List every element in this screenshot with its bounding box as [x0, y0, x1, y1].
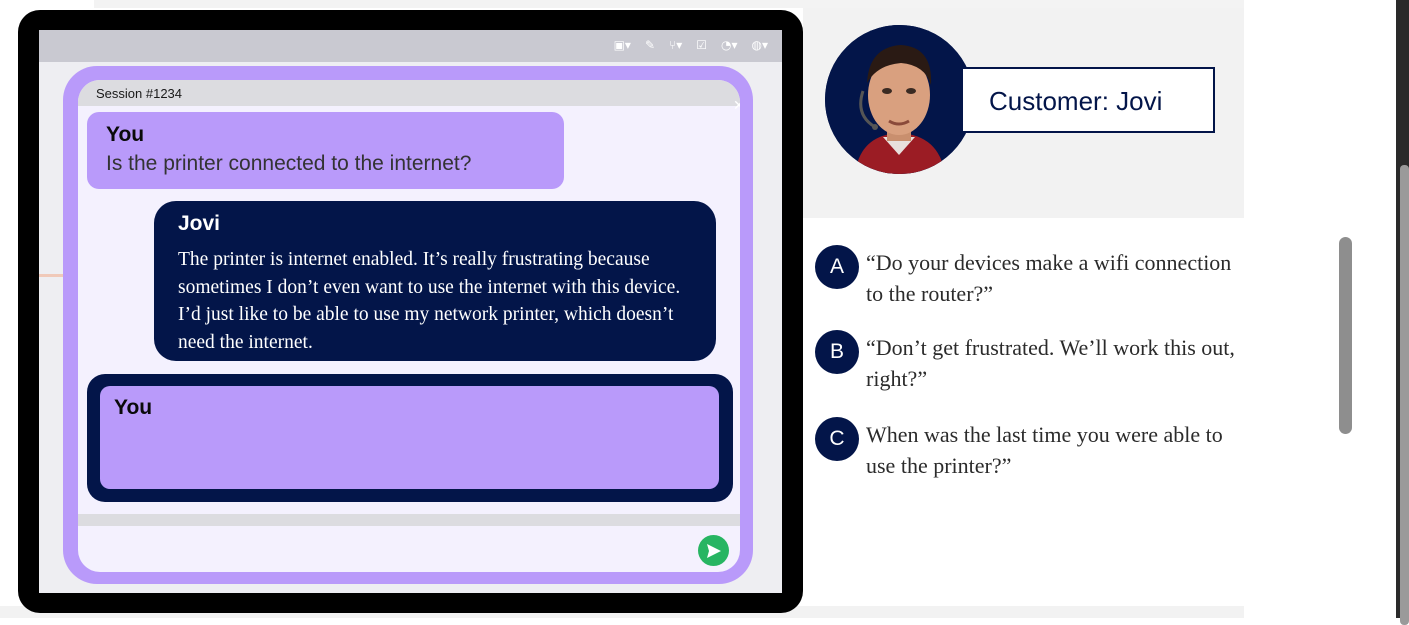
send-arrow-icon: [707, 544, 721, 558]
send-button[interactable]: [698, 535, 729, 566]
merge-icon: ⑂▾: [669, 38, 683, 52]
session-header: Session #1234: [78, 80, 740, 106]
reply-sender: You: [114, 396, 153, 419]
edge-scrollbar[interactable]: [1400, 165, 1409, 625]
scrollbar-thumb[interactable]: [1339, 237, 1352, 434]
option-text: When was the last time you were able to …: [866, 422, 1223, 478]
response-option-b[interactable]: B “Don’t get frustrated. We’ll work this…: [815, 330, 1235, 400]
customer-label-box: Customer: Jovi: [961, 67, 1215, 133]
session-label: Session #1234: [96, 86, 183, 101]
input-divider: [78, 514, 740, 526]
option-letter: C: [815, 417, 859, 461]
message-text: The printer is internet enabled. It’s re…: [178, 249, 681, 353]
response-option-c[interactable]: C When was the last time you were able t…: [815, 417, 1235, 487]
chat-window: Session #1234 ✕ You Is the printer conne…: [78, 80, 740, 572]
option-letter: A: [815, 245, 859, 289]
checkbox-icon: ☑: [696, 38, 707, 52]
message-sender: Jovi: [178, 212, 221, 235]
globe-icon: ◍▾: [751, 38, 769, 52]
message-bubble-jovi: Jovi The printer is internet enabled. It…: [154, 201, 716, 361]
customer-avatar: [825, 25, 974, 174]
message-sender: You: [106, 123, 145, 146]
reply-composer: You: [87, 374, 733, 502]
background-app-toolbar: ▣▾ ✎ ⑂▾ ☑ ◔▾ ◍▾: [39, 30, 782, 62]
customer-portrait-icon: [825, 25, 974, 174]
help-icon: ◔▾: [721, 38, 738, 52]
option-text: “Don’t get frustrated. We’ll work this o…: [866, 335, 1235, 391]
widget-icon: ▣▾: [613, 38, 631, 52]
option-text: “Do your devices make a wifi connection …: [866, 250, 1232, 306]
edit-icon: ✎: [644, 38, 655, 52]
reply-input[interactable]: You: [100, 386, 719, 489]
message-text: Is the printer connected to the internet…: [106, 152, 472, 175]
close-icon[interactable]: ✕: [733, 98, 740, 114]
response-option-a[interactable]: A “Do your devices make a wifi connectio…: [815, 245, 1235, 315]
message-bubble-you: You Is the printer connected to the inte…: [87, 112, 564, 189]
top-strip: [94, 0, 1244, 8]
option-letter: B: [815, 330, 859, 374]
customer-name: Customer: Jovi: [989, 86, 1163, 116]
